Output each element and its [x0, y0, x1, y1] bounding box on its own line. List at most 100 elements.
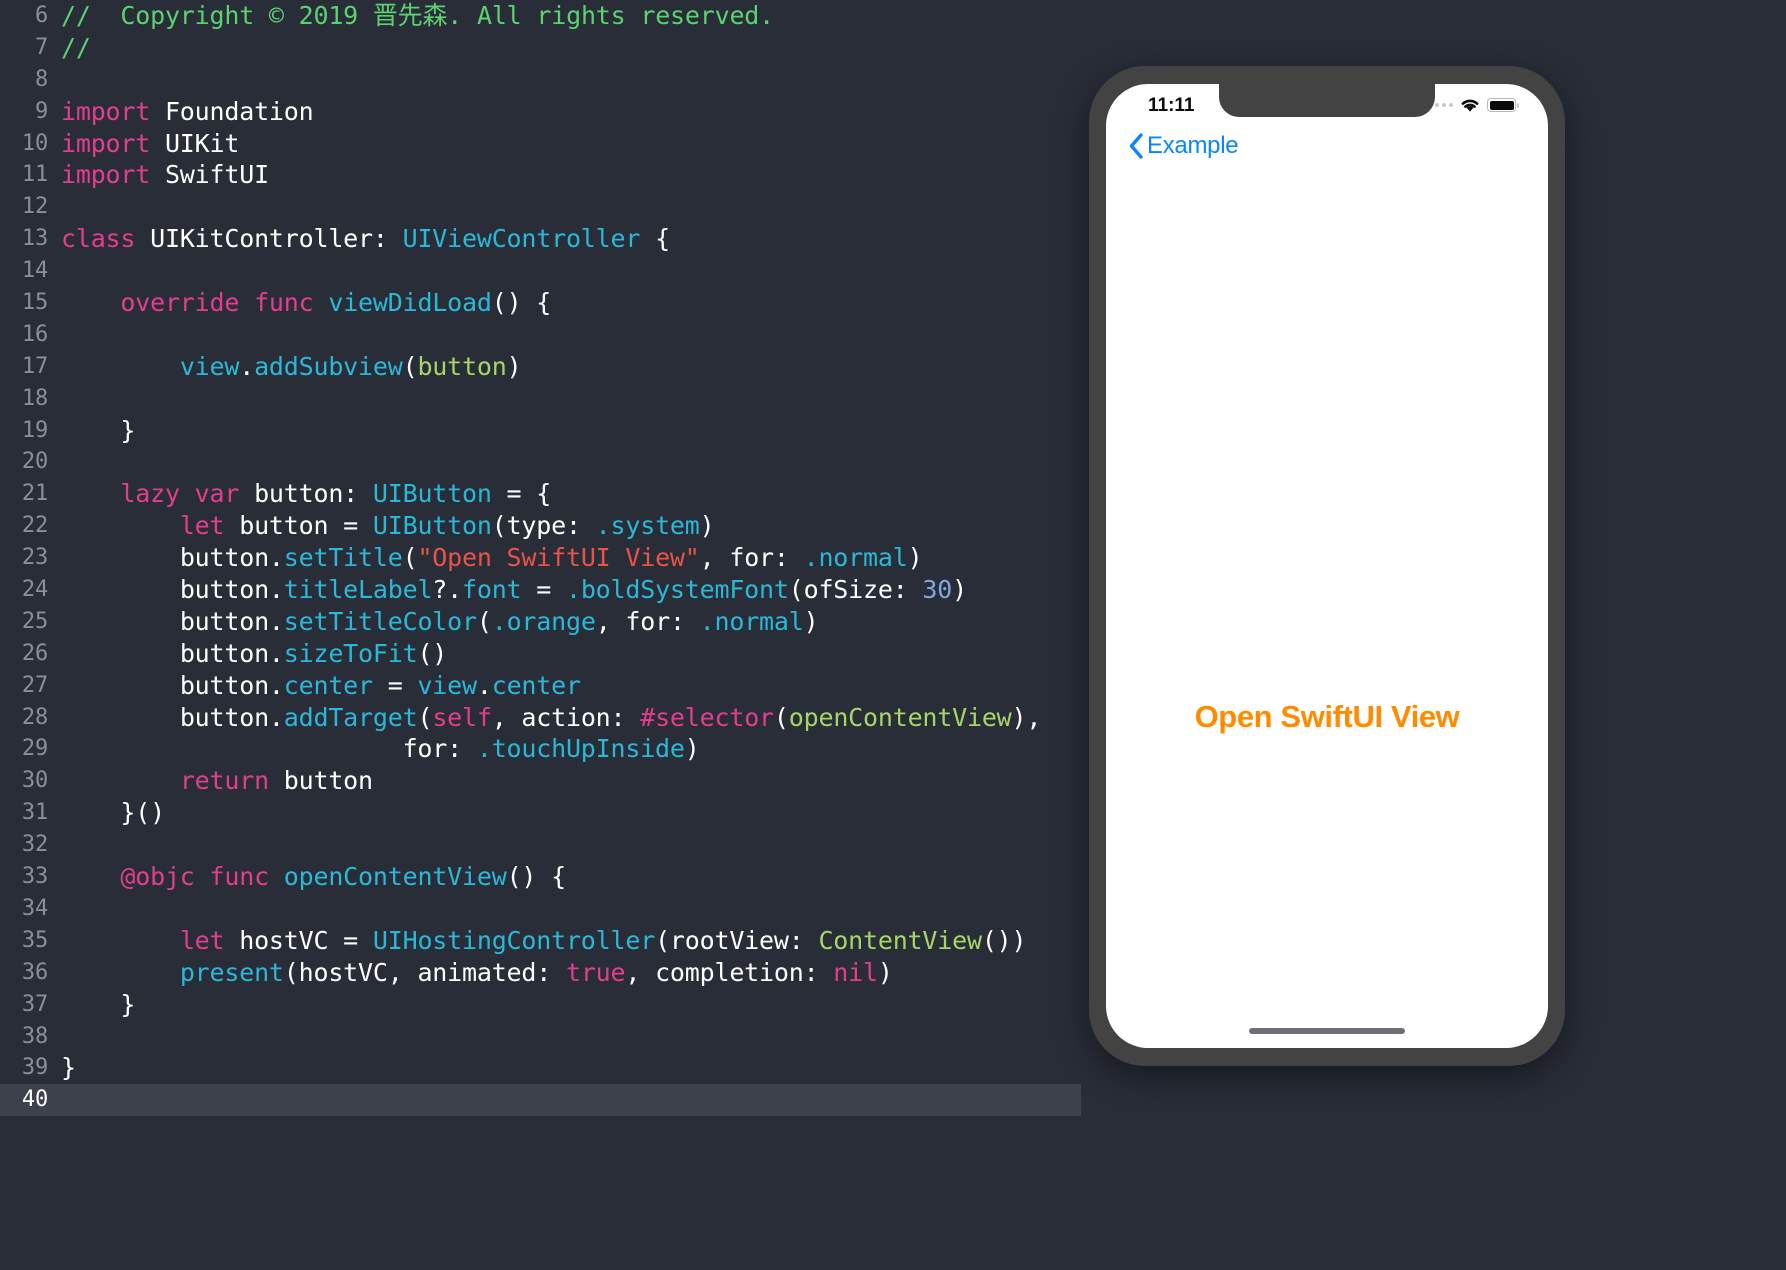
code-token: ) — [803, 606, 819, 636]
line-number: 7 — [34, 34, 48, 60]
code-line[interactable]: 12 — [0, 191, 1081, 223]
code-line[interactable]: 8 — [0, 64, 1081, 96]
code-line[interactable]: 6 // Copyright © 2019 晋先森. All rights res… — [0, 0, 1081, 32]
code-line-text: button.setTitle("Open SwiftUI View", for… — [48, 542, 923, 574]
code-line[interactable]: 18 — [0, 383, 1081, 415]
line-number: 16 — [21, 321, 48, 347]
code-line[interactable]: 29 for: .touchUpInside) — [0, 733, 1081, 765]
code-editor[interactable]: 6 // Copyright © 2019 晋先森. All rights res… — [0, 0, 1081, 1270]
code-token: UIKit — [150, 128, 240, 158]
code-token: view — [417, 670, 477, 700]
code-line[interactable]: 24 button.titleLabel?.font = .boldSystem… — [0, 574, 1081, 606]
code-token: import — [61, 160, 151, 190]
back-button[interactable]: Example — [1128, 132, 1239, 160]
code-line[interactable]: 37 } — [0, 989, 1081, 1021]
code-token: ()) — [981, 925, 1027, 955]
code-line[interactable]: 23 button.setTitle("Open SwiftUI View", … — [0, 542, 1081, 574]
code-token: 30 — [922, 575, 953, 605]
code-line[interactable]: 22 let button = UIButton(type: .system) — [0, 510, 1081, 542]
line-number: 19 — [21, 417, 48, 443]
line-number: 35 — [21, 927, 48, 953]
code-line[interactable]: 33 @objc func openContentView() { — [0, 861, 1081, 893]
code-line-text: override func viewDidLoad() { — [48, 287, 551, 319]
code-token: class — [61, 224, 136, 254]
code-token: = — [521, 575, 566, 605]
code-token: UIHostingController — [372, 925, 656, 955]
code-line[interactable]: 39} — [0, 1052, 1081, 1084]
code-line[interactable]: 7 // — [0, 32, 1081, 64]
code-line[interactable]: 17 view.addSubview(button) — [0, 351, 1081, 383]
line-number: 23 — [21, 545, 48, 571]
code-token: self — [432, 702, 492, 732]
code-line[interactable]: 35 let hostVC = UIHostingController(root… — [0, 925, 1081, 957]
code-token: UIKitController — [135, 224, 373, 254]
code-line[interactable]: 16 — [0, 319, 1081, 351]
code-line[interactable]: 21 lazy var button: UIButton = { — [0, 478, 1081, 510]
code-line[interactable]: 20 — [0, 446, 1081, 478]
iphone-screen[interactable]: 11:11 Example Open SwiftUI View — [1106, 84, 1548, 1048]
code-line[interactable]: 32 — [0, 829, 1081, 861]
code-token: , completion: — [625, 957, 834, 987]
code-token: present — [179, 957, 284, 987]
code-line[interactable]: 34 — [0, 893, 1081, 925]
code-line[interactable]: 15 override func viewDidLoad() { — [0, 287, 1081, 319]
code-token: SwiftUI — [150, 160, 269, 190]
code-token: button. — [179, 638, 284, 668]
line-number: 27 — [21, 672, 48, 698]
code-token: viewDidLoad — [328, 288, 492, 318]
line-number: 32 — [21, 832, 48, 858]
code-line-text: lazy var button: UIButton = { — [48, 478, 551, 510]
code-line[interactable]: 9 import Foundation — [0, 96, 1081, 128]
code-token: Foundation — [150, 96, 314, 126]
code-token: setTitleColor — [283, 606, 477, 636]
notch — [1219, 84, 1435, 117]
code-line[interactable]: 14 — [0, 255, 1081, 287]
code-token: ( — [402, 543, 418, 573]
code-line[interactable]: 36 present(hostVC, animated: true, compl… — [0, 957, 1081, 989]
code-line[interactable]: 31 }() — [0, 797, 1081, 829]
line-number: 38 — [21, 1023, 48, 1049]
code-token: .normal — [803, 543, 908, 573]
code-lines[interactable]: 6 // Copyright © 2019 晋先森. All rights res… — [0, 0, 1081, 1117]
code-line[interactable]: 19 } — [0, 415, 1081, 447]
code-line[interactable]: 13 class UIKitController: UIViewControlle… — [0, 223, 1081, 255]
line-number: 18 — [21, 385, 48, 411]
code-line[interactable]: 11 import SwiftUI — [0, 159, 1081, 191]
code-token: for: — [61, 734, 477, 764]
code-token: // — [61, 32, 91, 62]
code-token: } — [61, 415, 136, 445]
code-token: setTitle — [283, 543, 403, 573]
code-token: = { — [491, 479, 552, 509]
code-line[interactable]: 10 import UIKit — [0, 128, 1081, 160]
code-token: font — [462, 575, 522, 605]
code-line[interactable]: 25 button.setTitleColor(.orange, for: .n… — [0, 606, 1081, 638]
open-swiftui-view-button[interactable]: Open SwiftUI View — [1106, 699, 1548, 735]
code-line[interactable]: 28 button.addTarget(self, action: #selec… — [0, 702, 1081, 734]
code-line[interactable]: 27 button.center = view.center — [0, 670, 1081, 702]
home-indicator[interactable] — [1249, 1028, 1405, 1034]
code-line-text: button.addTarget(self, action: #selector… — [48, 702, 1042, 734]
code-token: .normal — [699, 606, 804, 636]
editor-bottom-strip — [0, 1256, 1081, 1270]
code-line[interactable]: 38 — [0, 1021, 1081, 1053]
code-token: view — [179, 351, 240, 381]
back-button-label: Example — [1147, 132, 1239, 159]
code-token: @objc func — [120, 862, 269, 892]
code-line[interactable]: 26 button.sizeToFit() — [0, 638, 1081, 670]
code-token: ) — [506, 351, 522, 381]
code-token: import — [61, 128, 151, 158]
code-token: button: — [239, 479, 373, 509]
code-line[interactable]: 40 — [0, 1084, 1081, 1117]
code-token: .system — [595, 511, 700, 541]
line-number: 28 — [21, 704, 48, 730]
code-token: (ofSize: — [788, 575, 923, 605]
code-token: return — [179, 766, 269, 796]
code-token: () { — [491, 288, 552, 318]
code-line[interactable]: 30 return button — [0, 765, 1081, 797]
